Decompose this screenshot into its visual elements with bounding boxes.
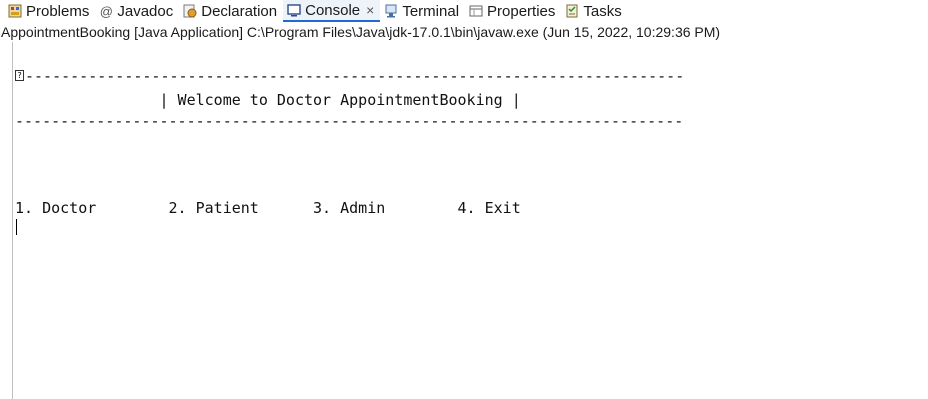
tasks-icon — [565, 4, 579, 18]
console-icon — [287, 3, 301, 17]
tab-label: Properties — [487, 2, 556, 20]
tab-tasks[interactable]: Tasks — [561, 0, 627, 22]
tab-label: Console — [305, 1, 361, 19]
console-line-welcome: | Welcome to Doctor AppointmentBooking | — [15, 91, 521, 109]
declaration-icon — [183, 4, 197, 18]
text-cursor — [16, 219, 17, 235]
problems-icon — [8, 4, 22, 18]
tab-label: Javadoc — [117, 2, 174, 20]
unknown-char-glyph: ? — [15, 70, 24, 81]
tab-terminal[interactable]: Terminal — [380, 0, 465, 22]
javadoc-icon: @ — [99, 3, 113, 19]
console-line-menu: 1. Doctor 2. Patient 3. Admin 4. Exit — [15, 199, 521, 217]
tab-properties[interactable]: Properties — [465, 0, 561, 22]
properties-icon — [469, 4, 483, 18]
tab-javadoc[interactable]: @ Javadoc — [95, 0, 179, 22]
console-left-ruler — [12, 42, 13, 399]
tab-label: Terminal — [402, 2, 460, 20]
console-line-separator-top: ----------------------------------------… — [25, 67, 685, 85]
tab-label: Declaration — [201, 2, 278, 20]
terminal-icon — [384, 4, 398, 18]
view-tab-bar: Problems @ Javadoc Declaration Console ×… — [0, 0, 928, 22]
tab-label: Tasks — [583, 2, 622, 20]
tab-problems[interactable]: Problems — [4, 0, 95, 22]
close-icon[interactable]: × — [366, 2, 374, 18]
tab-declaration[interactable]: Declaration — [179, 0, 283, 22]
tab-label: Problems — [26, 2, 90, 20]
console-process-label: AppointmentBooking [Java Application] C:… — [0, 22, 928, 42]
console-line-separator-bottom: ----------------------------------------… — [15, 112, 684, 130]
tab-console[interactable]: Console × — [283, 0, 381, 22]
